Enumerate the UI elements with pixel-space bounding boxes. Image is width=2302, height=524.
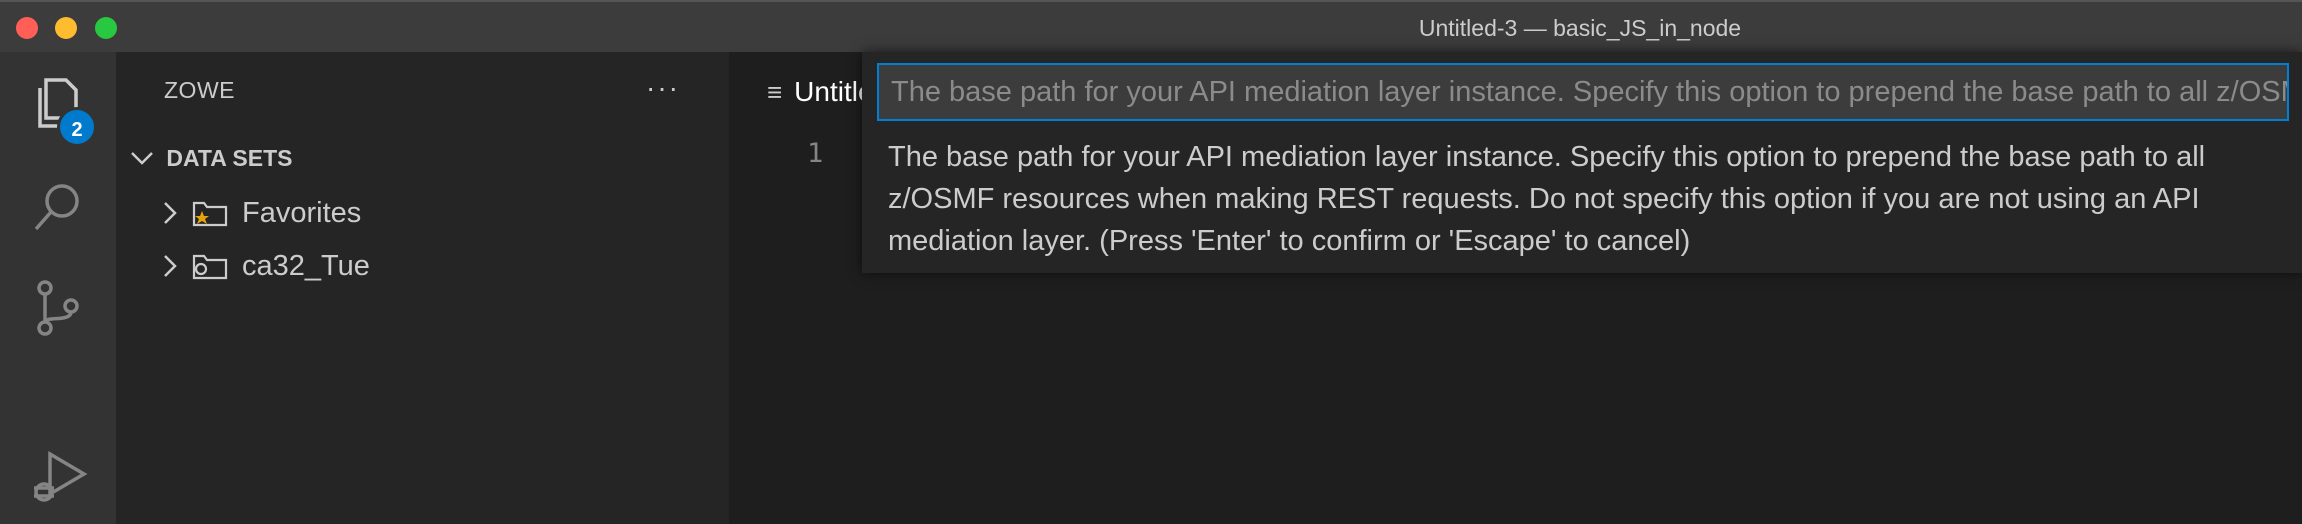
tree-item-favorites[interactable]: Favorites bbox=[150, 193, 361, 233]
sidebar-title: ZOWE bbox=[164, 77, 235, 103]
sidebar-zowe: ZOWE ··· DATA SETS Favorites ca32_Tue bbox=[116, 52, 729, 524]
run-debug-icon[interactable] bbox=[28, 448, 88, 508]
chevron-right-icon bbox=[150, 201, 190, 225]
line-number: 1 bbox=[807, 138, 824, 169]
activity-bar: 2 bbox=[0, 52, 116, 524]
section-header-data-sets[interactable]: DATA SETS bbox=[130, 145, 292, 172]
quick-input-message: The base path for your API mediation lay… bbox=[888, 141, 2206, 257]
chevron-down-icon bbox=[130, 145, 160, 172]
folder-star-icon bbox=[190, 197, 230, 229]
quick-input-widget: The base path for your API mediation lay… bbox=[862, 52, 2302, 273]
tree-item-ca32-tue[interactable]: ca32_Tue bbox=[150, 246, 370, 286]
more-actions-button[interactable]: ··· bbox=[646, 72, 680, 104]
chevron-right-icon bbox=[150, 254, 190, 278]
text-file-icon: ≡ bbox=[767, 76, 783, 107]
source-control-icon[interactable] bbox=[28, 278, 88, 338]
section-label: DATA SETS bbox=[166, 145, 293, 171]
window-title: Untitled-3 — basic_JS_in_node bbox=[1418, 15, 1742, 41]
tree-item-label: ca32_Tue bbox=[242, 249, 370, 282]
search-icon[interactable] bbox=[28, 177, 88, 237]
folder-session-icon bbox=[190, 250, 230, 282]
tree-item-label: Favorites bbox=[242, 196, 362, 229]
explorer-badge: 2 bbox=[57, 107, 97, 147]
title-bar: Untitled-3 — basic_JS_in_node bbox=[0, 0, 2302, 52]
quick-input-field[interactable] bbox=[877, 63, 2289, 121]
